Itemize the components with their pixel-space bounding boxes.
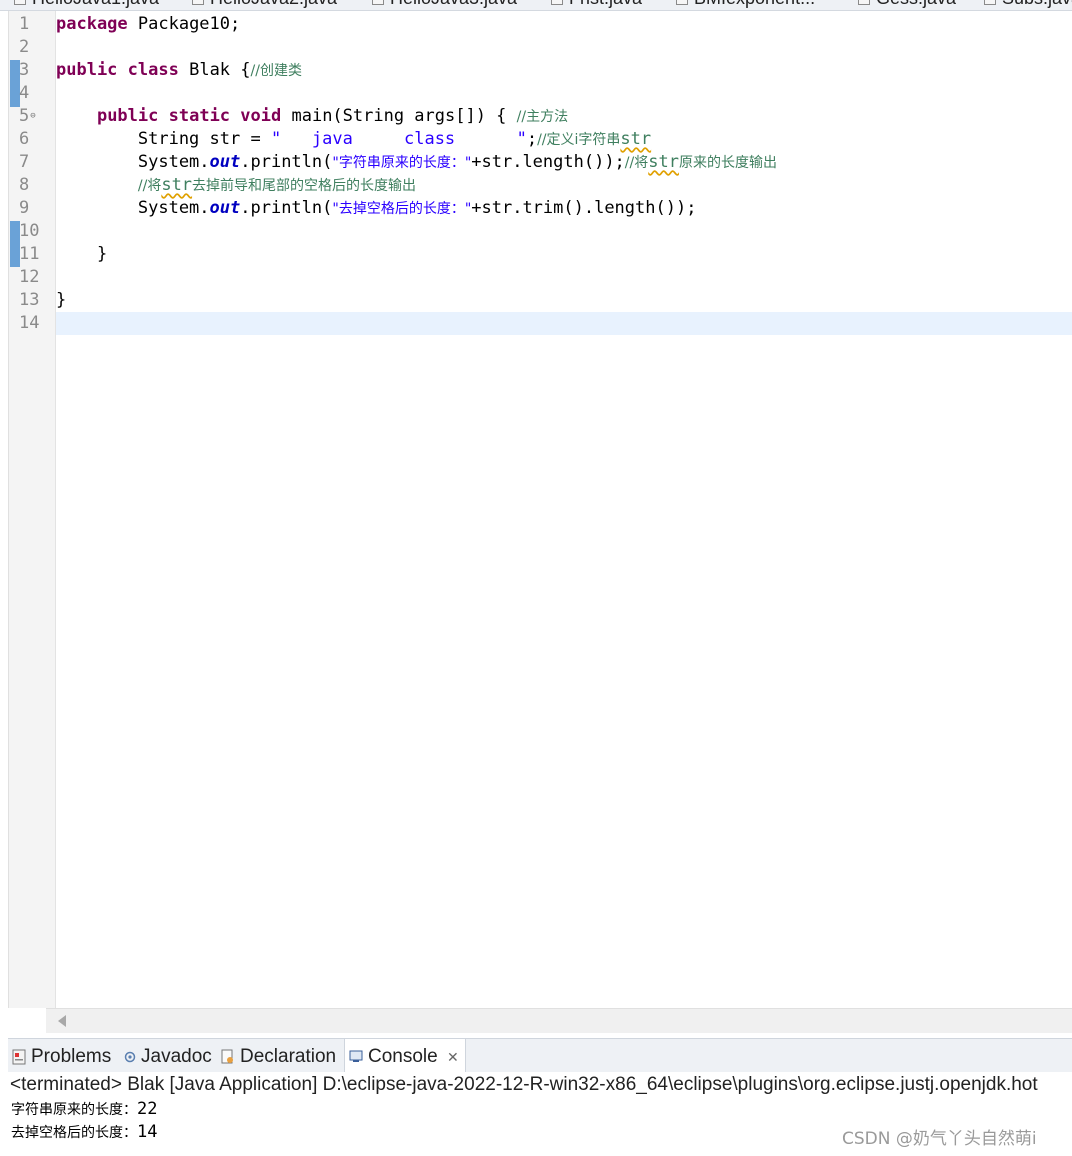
code-text-area[interactable]: package Package10; public class Blak {//… bbox=[56, 11, 1072, 1008]
java-file-icon bbox=[858, 0, 870, 6]
code-line-13[interactable]: } bbox=[56, 289, 66, 312]
watermark: CSDN @奶气丫头自然萌i bbox=[842, 1129, 1037, 1149]
horizontal-scrollbar[interactable] bbox=[46, 1008, 1072, 1033]
line-number: 6 bbox=[19, 129, 30, 149]
scroll-left-arrow-icon[interactable] bbox=[58, 1015, 66, 1027]
line-number: 5⊖ bbox=[19, 106, 36, 126]
tab-bmiexponent[interactable]: BMIexponent... bbox=[676, 0, 815, 8]
fold-collapse-icon[interactable]: ⊖ bbox=[30, 111, 35, 121]
line-number: 12 bbox=[19, 267, 40, 287]
code-line-5[interactable]: public static void main(String args[]) {… bbox=[56, 105, 568, 128]
line-number: 3 bbox=[19, 60, 30, 80]
java-file-icon bbox=[372, 0, 384, 6]
declaration-icon bbox=[221, 1049, 233, 1064]
code-line-6[interactable]: String str = " java class ";//定义i字符串str bbox=[56, 128, 651, 151]
tab-frist[interactable]: Frist.java bbox=[551, 0, 642, 8]
tab-declaration[interactable]: Declaration bbox=[221, 1039, 336, 1073]
tab-problems[interactable]: Problems bbox=[12, 1039, 111, 1073]
line-number-ruler[interactable]: 1 2 3 4 5⊖ 6 7 8 9 10 11 12 13 14 bbox=[9, 11, 56, 1008]
current-line-highlight bbox=[56, 312, 1072, 335]
java-file-icon bbox=[676, 0, 688, 6]
tab-subs[interactable]: Subs.java bbox=[984, 0, 1072, 8]
tab-hellojava3[interactable]: HelloJava3.java bbox=[372, 0, 517, 8]
close-icon[interactable]: ✕ bbox=[447, 1050, 459, 1066]
views-tab-strip: Problems Javadoc Declaration Console ✕ bbox=[8, 1038, 1072, 1073]
code-line-8[interactable]: //将str去掉前导和尾部的空格后的长度输出 bbox=[56, 174, 416, 197]
line-number: 11 bbox=[19, 244, 40, 264]
line-number: 1 bbox=[19, 14, 30, 34]
console-process-description: <terminated> Blak [Java Application] D:\… bbox=[10, 1074, 1038, 1095]
line-number: 10 bbox=[19, 221, 40, 241]
code-line-11[interactable]: } bbox=[56, 243, 107, 266]
tab-console[interactable]: Console ✕ bbox=[344, 1039, 466, 1073]
java-file-icon bbox=[192, 0, 204, 6]
java-file-icon bbox=[551, 0, 563, 6]
problems-icon bbox=[12, 1049, 26, 1065]
tab-gess[interactable]: Gess.java bbox=[858, 0, 956, 8]
line-number: 9 bbox=[19, 198, 30, 218]
console-icon bbox=[349, 1050, 363, 1063]
tab-hellojava1[interactable]: HelloJava1.java bbox=[14, 0, 159, 8]
code-line-7[interactable]: System.out.println("字符串原来的长度："+str.lengt… bbox=[56, 151, 777, 174]
editor-tab-strip: HelloJava1.java HelloJava2.java HelloJav… bbox=[0, 0, 1072, 11]
line-number: 13 bbox=[19, 290, 40, 310]
console-output-line: 字符串原来的长度：22 bbox=[11, 1099, 158, 1119]
code-line-1[interactable]: package Package10; bbox=[56, 13, 240, 36]
tab-javadoc[interactable]: Javadoc bbox=[124, 1039, 212, 1073]
tab-hellojava2[interactable]: HelloJava2.java bbox=[192, 0, 337, 8]
code-editor[interactable]: 1 2 3 4 5⊖ 6 7 8 9 10 11 12 13 14 packag… bbox=[8, 11, 1072, 1008]
java-file-icon bbox=[984, 0, 996, 6]
line-number: 8 bbox=[19, 175, 30, 195]
line-number: 7 bbox=[19, 152, 30, 172]
console-output-line: 去掉空格后的长度：14 bbox=[11, 1122, 158, 1142]
code-line-9[interactable]: System.out.println("去掉空格后的长度："+str.trim(… bbox=[56, 197, 697, 220]
java-file-icon bbox=[14, 0, 26, 6]
code-line-3[interactable]: public class Blak {//创建类 bbox=[56, 59, 302, 82]
line-number: 14 bbox=[19, 313, 40, 333]
javadoc-at-icon bbox=[124, 1051, 136, 1063]
line-number: 2 bbox=[19, 37, 30, 57]
line-number: 4 bbox=[19, 83, 30, 103]
